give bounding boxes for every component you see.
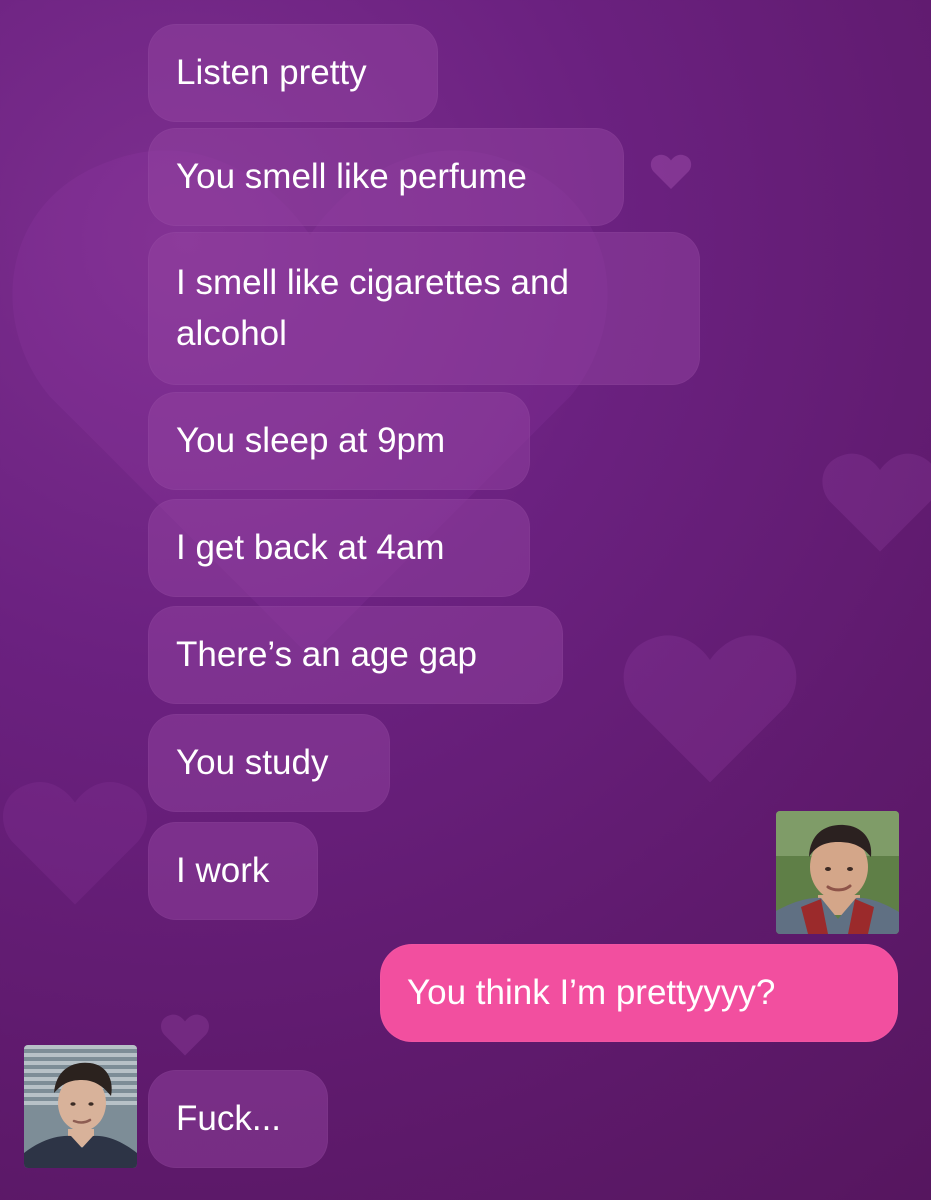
message-text: Fuck...	[176, 1098, 282, 1138]
message-text: I get back at 4am	[176, 527, 445, 567]
heart-icon	[0, 760, 150, 920]
message-text: You think I’m prettyyyy?	[407, 972, 776, 1012]
avatar-icon[interactable]	[24, 1045, 137, 1168]
heart-shape-icon	[3, 782, 147, 905]
message-bubble[interactable]: I get back at 4am	[148, 499, 530, 597]
message-bubble[interactable]: You think I’m prettyyyy?	[380, 944, 898, 1042]
heart-icon	[650, 150, 692, 192]
heart-shape-icon	[822, 453, 931, 552]
message-text: You study	[176, 742, 329, 782]
heart-shape-icon	[161, 1014, 209, 1056]
message-bubble[interactable]: You sleep at 9pm	[148, 392, 530, 490]
message-bubble[interactable]: There’s an age gap	[148, 606, 563, 704]
message-text: You smell like perfume	[176, 156, 527, 196]
message-text: You sleep at 9pm	[176, 420, 446, 460]
heart-icon	[160, 1010, 210, 1058]
message-text: I work	[176, 850, 270, 890]
avatar-image-icon	[24, 1045, 137, 1168]
heart-shape-icon	[623, 635, 797, 783]
message-bubble[interactable]: Fuck...	[148, 1070, 328, 1168]
heart-icon	[620, 620, 800, 790]
avatar-icon[interactable]	[776, 811, 899, 934]
message-bubble[interactable]: You study	[148, 714, 390, 812]
message-bubble[interactable]: I smell like cigarettes and alcohol	[148, 232, 700, 385]
avatar-image-icon	[776, 811, 899, 934]
message-bubble[interactable]: I work	[148, 822, 318, 920]
message-bubble[interactable]: You smell like perfume	[148, 128, 624, 226]
chat-screen: Listen pretty You smell like perfume I s…	[0, 0, 931, 1200]
message-text: I smell like cigarettes and alcohol	[176, 262, 569, 353]
message-text: Listen pretty	[176, 52, 367, 92]
message-text: There’s an age gap	[176, 634, 477, 674]
message-bubble[interactable]: Listen pretty	[148, 24, 438, 122]
heart-icon	[820, 440, 931, 560]
heart-shape-icon	[650, 154, 692, 190]
